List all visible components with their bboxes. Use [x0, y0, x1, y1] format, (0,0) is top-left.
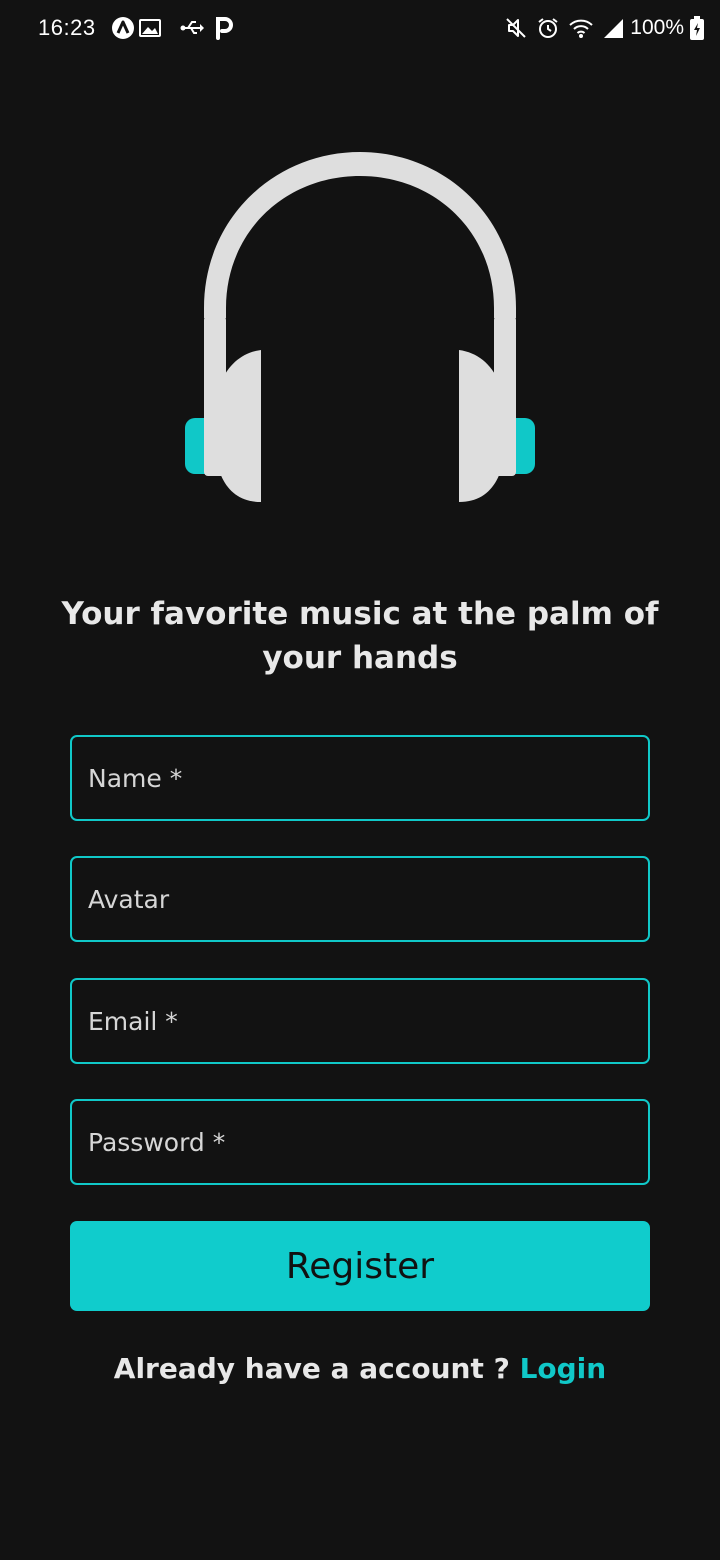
image-icon	[138, 17, 162, 39]
login-prompt-text: Already have a account ?	[113, 1352, 520, 1385]
password-field	[70, 1099, 650, 1185]
email-input[interactable]	[72, 980, 648, 1062]
alarm-icon	[536, 16, 560, 40]
tagline: Your favorite music at the palm of your …	[61, 596, 659, 676]
status-bar-right: 100%	[496, 12, 704, 44]
status-bar-left: 16:23	[38, 12, 234, 44]
login-prompt-row: Already have a account ? Login	[0, 1347, 720, 1391]
mute-icon	[504, 16, 528, 40]
headband	[204, 152, 516, 318]
battery-percentage: 100%	[630, 16, 684, 39]
status-bar: 16:23 100%	[0, 0, 720, 56]
login-link[interactable]: Login	[520, 1352, 607, 1385]
name-input[interactable]	[72, 737, 648, 819]
auto-brightness-icon	[110, 15, 136, 41]
headphones-icon	[185, 152, 535, 502]
register-button[interactable]: Register	[70, 1221, 650, 1311]
email-field	[70, 978, 650, 1064]
status-time: 16:23	[38, 15, 96, 40]
avatar-input[interactable]	[72, 858, 648, 940]
password-input[interactable]	[72, 1101, 648, 1183]
battery-icon	[690, 16, 704, 40]
parking-icon	[214, 16, 234, 40]
avatar-field	[70, 856, 650, 942]
name-field	[70, 735, 650, 821]
signal-icon	[602, 17, 624, 39]
wifi-icon	[568, 16, 594, 40]
usb-icon	[180, 18, 204, 38]
